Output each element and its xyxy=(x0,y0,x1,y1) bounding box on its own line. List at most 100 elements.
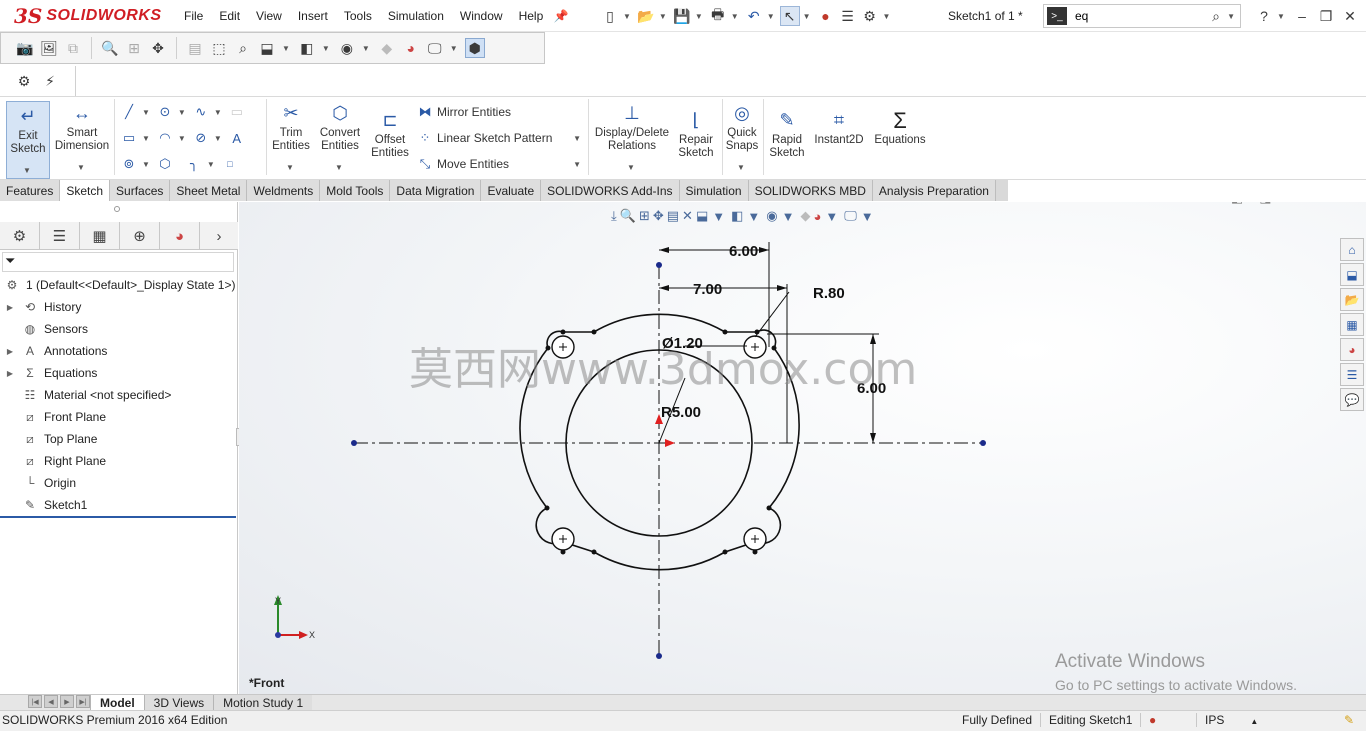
tab-model[interactable]: Model xyxy=(90,695,144,710)
tab-solidworks-add-ins[interactable]: SOLIDWORKS Add-Ins xyxy=(541,180,680,201)
quick-snaps-button[interactable]: ◎ Quick Snaps ▼ xyxy=(724,101,760,174)
spline-icon[interactable]: ∿ xyxy=(192,103,210,121)
menu-insert[interactable]: Insert xyxy=(290,9,336,23)
new-document-icon[interactable]: ▯ xyxy=(600,6,620,26)
select-cursor-icon[interactable]: ↖ xyxy=(779,6,800,26)
close-icon[interactable]: ✕ xyxy=(1340,6,1360,26)
line-icon[interactable]: ╱ xyxy=(120,103,138,121)
tree-expand-icon[interactable]: ▶ xyxy=(4,303,16,312)
dimension-big-radius[interactable]: R5.00 xyxy=(661,404,701,421)
tab-weldments[interactable]: Weldments xyxy=(247,180,321,201)
search-dropdown-icon[interactable]: ▼ xyxy=(1227,12,1235,21)
appearance-icon[interactable]: ◆ xyxy=(377,38,397,58)
solidworks-logo[interactable]: 3S SOLIDWORKS xyxy=(14,3,162,29)
tab-analysis-preparation[interactable]: Analysis Preparation xyxy=(872,180,996,201)
tab-sketch[interactable]: Sketch xyxy=(60,180,111,201)
tab-simulation[interactable]: Simulation xyxy=(679,180,749,201)
task-pane-appearances-icon[interactable]: ◕ xyxy=(1340,338,1364,361)
task-pane-forum-icon[interactable]: 💬 xyxy=(1340,388,1364,411)
rapid-sketch-button[interactable]: ✎ Rapid Sketch xyxy=(766,108,808,160)
copy-view-icon[interactable]: ⧉ xyxy=(63,38,83,58)
pan-icon[interactable]: ✥ xyxy=(148,38,168,58)
menu-window[interactable]: Window xyxy=(452,9,511,23)
help-icon[interactable]: ? xyxy=(1254,6,1274,26)
dimension-small-radius[interactable]: R.80 xyxy=(813,285,845,302)
tree-item-sensors[interactable]: ◍ Sensors xyxy=(0,318,238,340)
property-manager-tab-icon[interactable]: ☰ xyxy=(40,222,80,250)
panel-splitter-handle[interactable] xyxy=(114,206,120,212)
point-icon[interactable]: □ xyxy=(221,155,239,173)
scene-icon[interactable]: ◕ xyxy=(401,38,421,58)
task-pane-file-explorer-icon[interactable]: 📂 xyxy=(1340,288,1364,311)
tab-evaluate[interactable]: Evaluate xyxy=(481,180,542,201)
minimize-icon[interactable]: – xyxy=(1292,6,1312,26)
rebuild-status-icon[interactable]: ● xyxy=(1140,713,1156,727)
menu-simulation[interactable]: Simulation xyxy=(380,9,452,23)
text-icon[interactable]: A xyxy=(228,129,246,147)
search-icon[interactable]: ⌕ xyxy=(1206,6,1226,26)
tree-item-origin[interactable]: └ Origin xyxy=(0,472,238,494)
surface-icon[interactable]: ▭ xyxy=(228,103,246,121)
graphics-area[interactable]: ⤓ 🔍 ⊞ ✥ ▤ ✕ ⬓▼ ◧▼ ◉▼ ◆ ◕▼ 🖵▼ ◧ ◨ – ❐ ✕ ⌂… xyxy=(239,202,1366,694)
print-icon[interactable]: 🖶 xyxy=(708,6,728,26)
section-view-icon[interactable]: ▤ xyxy=(185,38,205,58)
configuration-manager-tab-icon[interactable]: ▦ xyxy=(80,222,120,250)
tree-item-material[interactable]: ☷ Material <not specified> xyxy=(0,384,238,406)
monitor-icon[interactable]: 🖵 xyxy=(425,38,445,58)
restore-icon[interactable]: ❐ xyxy=(1316,6,1336,26)
task-pane-view-palette-icon[interactable]: ▦ xyxy=(1340,313,1364,336)
dimension-mid[interactable]: 7.00 xyxy=(693,281,722,298)
tree-root[interactable]: ⚙ 1 (Default<<Default>_Display State 1>) xyxy=(0,274,238,296)
tab-sheet-metal[interactable]: Sheet Metal xyxy=(170,180,248,201)
tab-features[interactable]: Features xyxy=(0,180,61,201)
doc-close-icon[interactable]: ✕ xyxy=(1338,202,1349,206)
zoom-selection-icon[interactable]: ⌕ xyxy=(233,38,253,58)
tree-item-history[interactable]: ▶ ⟲ History xyxy=(0,296,238,318)
units-selector[interactable]: IPS ▲ xyxy=(1196,713,1266,727)
tree-filter[interactable]: ⏷ xyxy=(2,252,234,272)
view-cube-icon[interactable]: ⬚ xyxy=(209,38,229,58)
display-style-icon[interactable]: ◧ xyxy=(297,38,317,58)
hide-show-icon[interactable]: ◉ xyxy=(337,38,357,58)
circle-icon[interactable]: ⊙ xyxy=(156,103,174,121)
task-pane-home-icon[interactable]: ⌂ xyxy=(1340,238,1364,261)
view-orientation-icon[interactable]: ⬓ xyxy=(257,38,277,58)
rectangle-icon[interactable]: ▭ xyxy=(120,129,138,147)
hexagon-icon[interactable]: ⬡ xyxy=(156,155,174,173)
scroll-next-icon[interactable]: ▶ xyxy=(60,695,74,708)
tab-motion-study[interactable]: Motion Study 1 xyxy=(213,695,313,710)
search-input[interactable] xyxy=(1075,9,1205,23)
tree-item-right[interactable]: ⧄ Right Plane xyxy=(0,450,238,472)
save-icon[interactable]: 💾 xyxy=(672,6,692,26)
tab-mold-tools[interactable]: Mold Tools xyxy=(320,180,391,201)
dimension-top[interactable]: 6.00 xyxy=(729,243,758,260)
centerline-endpoint[interactable] xyxy=(656,653,662,659)
tab-data-migration[interactable]: Data Migration xyxy=(390,180,482,201)
tree-expand-icon[interactable]: ▶ xyxy=(4,347,16,356)
mirror-entities-button[interactable]: ⧓ Mirror Entities xyxy=(416,103,512,121)
scroll-first-icon[interactable]: |◀ xyxy=(28,695,42,708)
camera-icon[interactable]: 📷 xyxy=(15,38,35,58)
equations-button[interactable]: Σ Equations xyxy=(870,108,930,147)
pin-icon[interactable]: 📌 xyxy=(551,6,571,26)
undo-icon[interactable]: ↶ xyxy=(744,6,764,26)
open-folder-icon[interactable]: 📂 xyxy=(636,6,656,26)
smart-dimension-button[interactable]: ↔ Smart Dimension ▼ xyxy=(54,101,110,174)
3d-view-box-icon[interactable]: ⬢ xyxy=(464,38,485,58)
centerline-endpoint[interactable] xyxy=(351,440,357,446)
tree-item-equations[interactable]: ▶ Σ Equations xyxy=(0,362,238,384)
tab-3d-views[interactable]: 3D Views xyxy=(143,695,214,710)
slot-icon[interactable]: ⊚ xyxy=(120,155,138,173)
tab-surfaces[interactable]: Surfaces xyxy=(110,180,171,201)
tree-item-sketch1[interactable]: ✎ Sketch1 xyxy=(0,494,238,516)
instant2d-button[interactable]: ⌗ Instant2D xyxy=(812,108,866,147)
tree-item-top[interactable]: ⧄ Top Plane xyxy=(0,428,238,450)
display-delete-relations-button[interactable]: ⊥ Display/Delete Relations ▼ xyxy=(592,101,672,174)
menu-tools[interactable]: Tools xyxy=(336,9,380,23)
arc-icon[interactable]: ◠ xyxy=(156,129,174,147)
search-box[interactable]: >_ ⌕ ▼ xyxy=(1043,4,1241,28)
exit-sketch-button[interactable]: ↵ Exit Sketch ▼ xyxy=(6,101,50,179)
tab-solidworks-mbd[interactable]: SOLIDWORKS MBD xyxy=(748,180,873,201)
menu-view[interactable]: View xyxy=(248,9,290,23)
sketch-canvas[interactable]: 6.00 7.00 R.80 Ø1.20 R5.00 6.00 莫西网www.3… xyxy=(239,202,1339,694)
